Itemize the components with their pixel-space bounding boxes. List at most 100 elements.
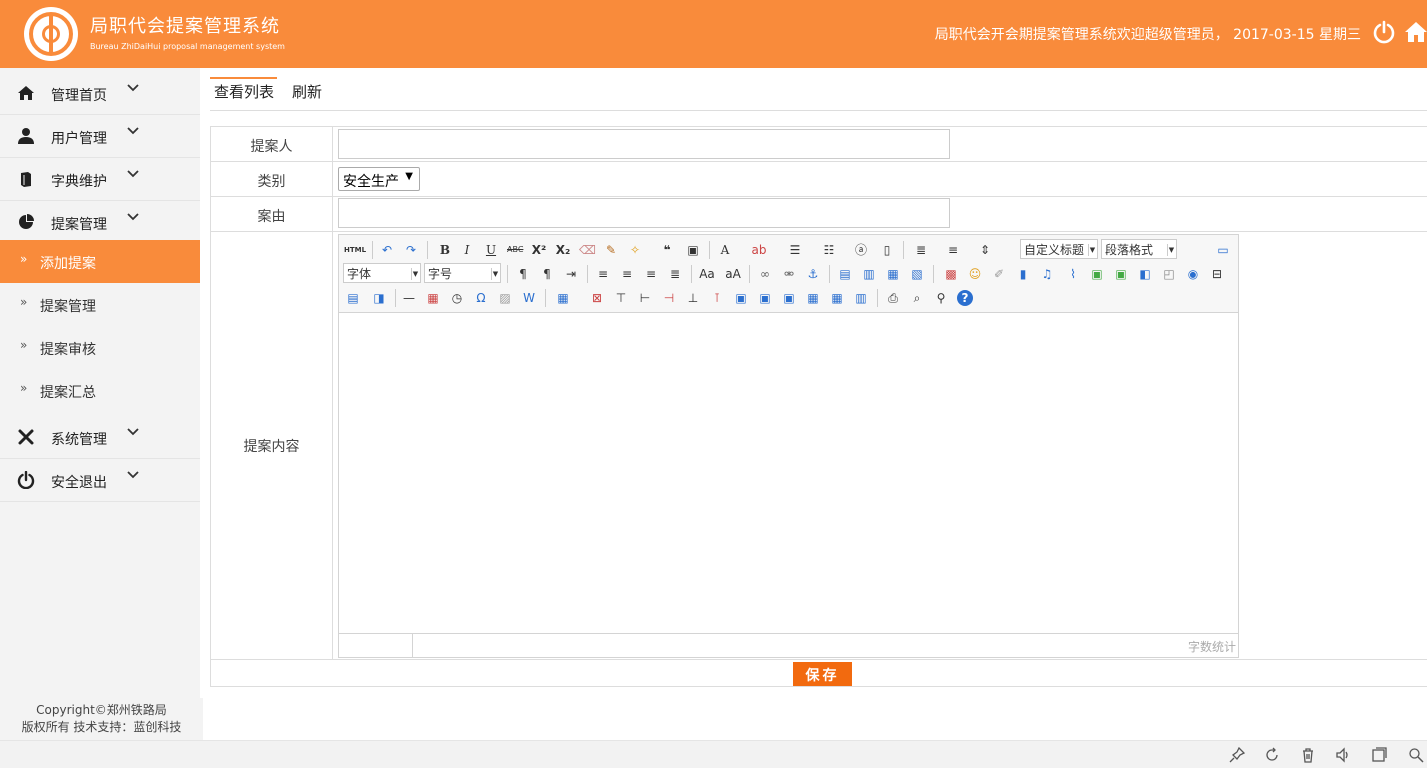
page-break-icon[interactable]: ⊟ bbox=[1209, 266, 1225, 282]
insert-paragraph-before-table-icon[interactable]: ⊤ bbox=[613, 290, 629, 306]
scrawl-icon[interactable]: ✐ bbox=[991, 266, 1007, 282]
speaker-icon[interactable] bbox=[1335, 747, 1351, 763]
delete-table-icon[interactable]: ⊠ bbox=[589, 290, 605, 306]
anchor-icon[interactable]: ⚓ bbox=[805, 266, 821, 282]
insert-image-icon[interactable]: ▩ bbox=[943, 266, 959, 282]
tab-refresh[interactable]: 刷新 bbox=[292, 81, 322, 102]
emotion-icon[interactable]: ☺ bbox=[967, 266, 983, 282]
delete-col-icon[interactable]: ⊺ bbox=[709, 290, 725, 306]
preview-icon[interactable]: ⌕ bbox=[909, 290, 925, 306]
uppercase-icon[interactable]: Aa bbox=[699, 266, 715, 282]
insert-col-icon[interactable]: ⊥ bbox=[685, 290, 701, 306]
merge-right-icon[interactable]: ▣ bbox=[757, 290, 773, 306]
proposer-input[interactable] bbox=[338, 129, 950, 159]
rtl-direction-icon[interactable]: ¶ bbox=[539, 266, 555, 282]
template-icon[interactable]: ▤ bbox=[345, 290, 361, 306]
tab-view-list[interactable]: 查看列表 bbox=[214, 81, 274, 102]
image-center-icon[interactable]: ▧ bbox=[909, 266, 925, 282]
merge-down-icon[interactable]: ▣ bbox=[781, 290, 797, 306]
category-select[interactable]: 安全生产 ▼ bbox=[338, 167, 420, 191]
sidebar-item-home[interactable]: 管理首页 bbox=[0, 72, 200, 115]
image-left-icon[interactable]: ▥ bbox=[861, 266, 877, 282]
html-source-icon[interactable]: HTML bbox=[344, 242, 366, 258]
split-cols-icon[interactable]: ▥ bbox=[853, 290, 869, 306]
paste-plain-icon[interactable]: ▣ bbox=[685, 242, 701, 258]
italic-icon[interactable]: I bbox=[459, 242, 475, 258]
align-center-icon[interactable]: ≡ bbox=[619, 266, 635, 282]
split-rows-icon[interactable]: ▦ bbox=[829, 290, 845, 306]
align-left-icon[interactable]: ≡ bbox=[595, 266, 611, 282]
logout-power-icon[interactable] bbox=[1372, 20, 1396, 44]
sidebar-item-proposals[interactable]: 提案管理 bbox=[0, 201, 200, 244]
pin-icon[interactable] bbox=[1229, 747, 1245, 763]
google-map-icon[interactable]: ▣ bbox=[1113, 266, 1129, 282]
font-family-select[interactable]: 字体 ▼ bbox=[343, 263, 421, 283]
attachment-icon[interactable]: ⌇ bbox=[1065, 266, 1081, 282]
image-none-icon[interactable]: ▤ bbox=[837, 266, 853, 282]
paragraph-format-select[interactable]: 段落格式 ▼ bbox=[1101, 239, 1177, 259]
home-icon[interactable] bbox=[1404, 20, 1427, 44]
refresh-icon[interactable] bbox=[1264, 747, 1280, 763]
align-justify-icon[interactable]: ≣ bbox=[667, 266, 683, 282]
eraser-icon[interactable]: ⌫ bbox=[579, 242, 596, 258]
sidebar-subitem-manage-proposal[interactable]: » 提案管理 bbox=[0, 283, 200, 326]
trash-icon[interactable] bbox=[1300, 747, 1316, 763]
sidebar-item-system[interactable]: 系统管理 bbox=[0, 416, 200, 459]
custom-heading-select[interactable]: 自定义标题 ▼ bbox=[1020, 239, 1098, 259]
line-height-icon[interactable]: ⇕ bbox=[977, 242, 993, 258]
horizontal-rule-icon[interactable]: — bbox=[401, 290, 417, 306]
print-icon[interactable]: ⎙ bbox=[885, 290, 901, 306]
split-cells-icon[interactable]: ▦ bbox=[805, 290, 821, 306]
align-right-icon[interactable]: ≡ bbox=[643, 266, 659, 282]
music-icon[interactable]: ♫ bbox=[1039, 266, 1055, 282]
redo-icon[interactable]: ↷ bbox=[403, 242, 419, 258]
search-replace-icon[interactable]: ⚲ bbox=[933, 290, 949, 306]
sidebar-subitem-add-proposal[interactable]: » 添加提案 bbox=[0, 240, 200, 283]
sidebar-item-users[interactable]: 用户管理 bbox=[0, 115, 200, 158]
special-char-icon[interactable]: Ω bbox=[473, 290, 489, 306]
ltr-direction-icon[interactable]: ¶ bbox=[515, 266, 531, 282]
editor-content-area[interactable] bbox=[339, 314, 1238, 633]
window-icon[interactable] bbox=[1371, 747, 1387, 763]
unlink-icon[interactable]: ⚮ bbox=[781, 266, 797, 282]
indent-icon[interactable]: ⇥ bbox=[563, 266, 579, 282]
preview-monitor-icon[interactable]: ▭ bbox=[1215, 242, 1231, 258]
row-spacing-top-icon[interactable]: ≣ bbox=[913, 242, 929, 258]
insert-row-icon[interactable]: ⊢ bbox=[637, 290, 653, 306]
highlight-color-icon[interactable]: ab bbox=[751, 242, 767, 258]
map-icon[interactable]: ▣ bbox=[1089, 266, 1105, 282]
merge-cells-icon[interactable]: ▣ bbox=[733, 290, 749, 306]
insert-frame-icon[interactable]: ◧ bbox=[1137, 266, 1153, 282]
insert-table-icon[interactable]: ▦ bbox=[555, 290, 571, 306]
sidebar-subitem-review-proposal[interactable]: » 提案审核 bbox=[0, 326, 200, 369]
font-color-icon[interactable]: A bbox=[717, 242, 733, 258]
image-right-icon[interactable]: ▦ bbox=[885, 266, 901, 282]
undo-icon[interactable]: ↶ bbox=[379, 242, 395, 258]
ordered-list-icon[interactable]: ☰ bbox=[787, 242, 803, 258]
auto-format-icon[interactable]: ✧ bbox=[627, 242, 643, 258]
insert-video-icon[interactable]: ▮ bbox=[1015, 266, 1031, 282]
unordered-list-icon[interactable]: ☷ bbox=[821, 242, 837, 258]
row-spacing-bottom-icon[interactable]: ≡ bbox=[945, 242, 961, 258]
save-button[interactable]: 保存 bbox=[793, 662, 852, 686]
superscript-icon[interactable]: X² bbox=[531, 242, 547, 258]
word-import-icon[interactable]: W bbox=[521, 290, 537, 306]
wordimage-icon[interactable]: ▨ bbox=[497, 290, 513, 306]
lowercase-icon[interactable]: aA bbox=[725, 266, 741, 282]
format-painter-icon[interactable]: ✎ bbox=[603, 242, 619, 258]
blockquote-icon[interactable]: ❝ bbox=[659, 242, 675, 258]
date-icon[interactable]: ▦ bbox=[425, 290, 441, 306]
insert-code-icon[interactable]: ◰ bbox=[1161, 266, 1177, 282]
background-icon[interactable]: ◨ bbox=[371, 290, 387, 306]
sidebar-item-dictionary[interactable]: 字典维护 bbox=[0, 158, 200, 201]
link-icon[interactable]: ∞ bbox=[757, 266, 773, 282]
select-all-icon[interactable]: ⓐ bbox=[853, 242, 869, 258]
reason-input[interactable] bbox=[338, 198, 950, 228]
delete-row-icon[interactable]: ⊣ bbox=[661, 290, 677, 306]
help-icon[interactable]: ? bbox=[957, 290, 973, 306]
web-app-icon[interactable]: ◉ bbox=[1185, 266, 1201, 282]
subscript-icon[interactable]: X₂ bbox=[555, 242, 571, 258]
clear-doc-icon[interactable]: ▯ bbox=[879, 242, 895, 258]
sidebar-item-logout[interactable]: 安全退出 bbox=[0, 459, 200, 502]
bold-icon[interactable]: B bbox=[437, 242, 453, 258]
